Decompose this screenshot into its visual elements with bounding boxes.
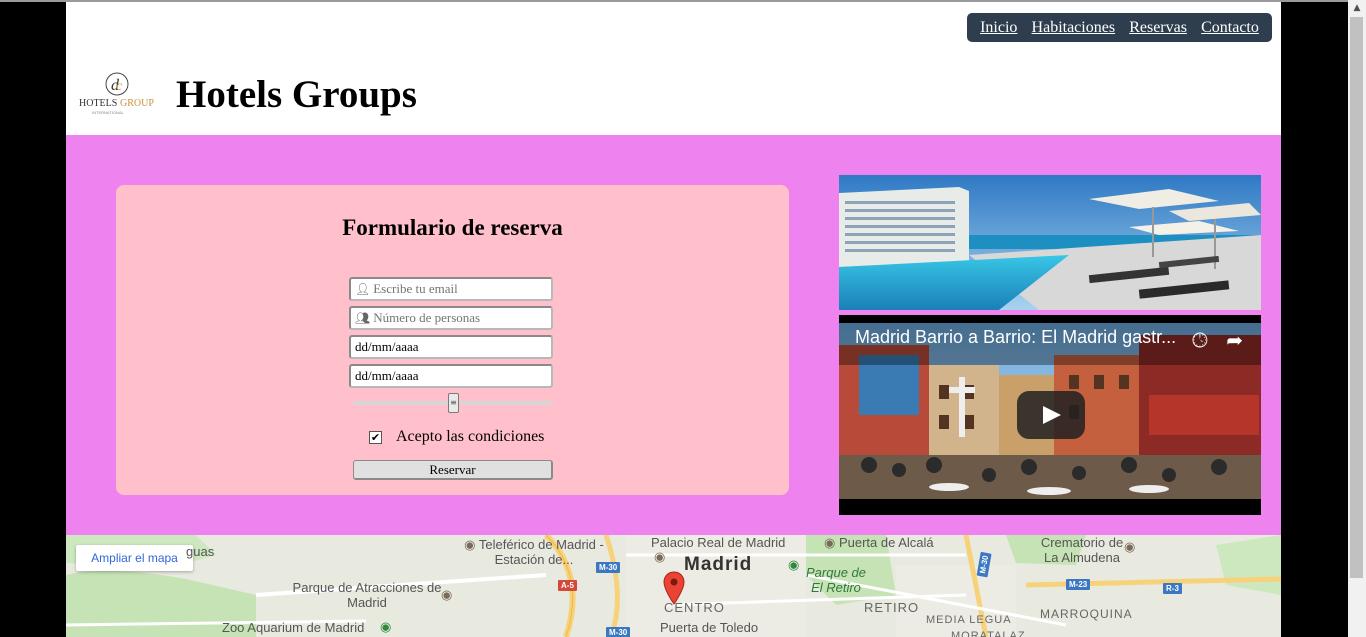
map-label-palacio-text: Palacio Real de Madrid <box>651 535 786 550</box>
map-label-puerta-alcala[interactable]: ◉ Puerta de Alcalá <box>824 535 934 550</box>
checkout-date-input[interactable]: dd/mm/aaaa <box>349 364 553 388</box>
map-marker-icon[interactable] <box>663 571 685 605</box>
vertical-scrollbar[interactable]: ▲ <box>1348 0 1366 637</box>
hero-band: Formulario de reserva 👤︎ Escribe tu emai… <box>66 135 1281 535</box>
checkout-date-value: dd/mm/aaaa <box>355 368 419 383</box>
map-label-parque-retiro[interactable]: Parque de El Retiro <box>806 565 866 595</box>
accept-terms-label: Acepto las condiciones <box>396 428 545 445</box>
share-icon[interactable]: ➦ <box>1226 328 1243 352</box>
road-shield-r3: R-3 <box>1163 583 1182 594</box>
svg-text:c: c <box>116 79 123 94</box>
enlarge-map-button[interactable]: Ampliar el mapa <box>76 545 193 571</box>
scrollbar-thumb[interactable] <box>1350 17 1363 578</box>
users-icon: 👥︎ <box>355 311 371 325</box>
road-shield-a5: A-5 <box>558 580 577 591</box>
video-title[interactable]: Madrid Barrio a Barrio: El Madrid gastr.… <box>855 327 1175 348</box>
map-label-aguas: guas <box>186 544 215 559</box>
play-button-icon[interactable] <box>1017 391 1085 439</box>
scroll-up-arrow-icon[interactable]: ▲ <box>1348 0 1366 17</box>
palacio-poi-icon: ◉ <box>654 549 666 564</box>
map-label-moratalaz: MORATALAZ <box>951 630 1026 637</box>
checkin-date-input[interactable]: dd/mm/aaaa <box>349 335 553 359</box>
map-label-teleferico[interactable]: ◉ Teleférico de Madrid - Estación de... <box>454 537 614 567</box>
accept-terms-checkbox[interactable]: ✔ <box>369 430 382 444</box>
video-header-icons: 🕓︎ ➦ <box>1192 328 1243 352</box>
accept-terms-row: ✔ Acepto las condiciones <box>369 427 544 447</box>
map-label-parque-atracciones[interactable]: Parque de Atracciones de Madrid <box>292 580 442 610</box>
map-label-marroquina: MARROQUINA <box>1040 607 1133 621</box>
watch-later-icon[interactable]: 🕓︎ <box>1192 328 1208 352</box>
nav-link-contacto[interactable]: Contacto <box>1201 19 1259 37</box>
map-label-madrid: Madrid <box>684 554 753 575</box>
alcala-poi-icon: ◉ <box>824 535 836 550</box>
persons-input[interactable]: 👥︎ Número de personas <box>349 306 553 330</box>
youtube-video-embed[interactable]: Madrid Barrio a Barrio: El Madrid gastr.… <box>839 315 1261 515</box>
email-input[interactable]: 👤︎ Escribe tu email <box>349 277 553 301</box>
persons-placeholder: Número de personas <box>373 310 481 325</box>
main-nav: Inicio Habitaciones Reservas Contacto <box>967 13 1272 42</box>
hotels-group-logo: d c HOTELS GROUP INTERNATIONAL <box>78 70 156 118</box>
site-title: Hotels Groups <box>176 73 417 116</box>
map-label-palacio[interactable]: Palacio Real de Madrid <box>651 535 785 550</box>
map-label-puerta-toledo[interactable]: Puerta de Toledo <box>660 620 758 635</box>
map-label-puerta-alcala-text: Puerta de Alcalá <box>838 535 934 550</box>
booking-form: Formulario de reserva 👤︎ Escribe tu emai… <box>116 185 789 495</box>
page: Inicio Habitaciones Reservas Contacto d … <box>66 2 1281 637</box>
map-label-retiro: RETIRO <box>864 600 920 615</box>
svg-text:INTERNATIONAL: INTERNATIONAL <box>92 110 124 115</box>
svg-text:HOTELS: HOTELS <box>79 98 117 109</box>
nav-link-inicio[interactable]: Inicio <box>980 19 1017 37</box>
email-placeholder: Escribe tu email <box>373 281 458 296</box>
map-label-zoo[interactable]: Zoo Aquarium de Madrid <box>222 620 364 635</box>
road-shield-m23: M-23 <box>1066 579 1091 590</box>
road-shield-m30: M-30 <box>596 562 621 573</box>
road-shield-m30-south: M-30 <box>606 627 631 637</box>
reservar-button[interactable]: Reservar <box>353 460 553 480</box>
nav-link-reservas[interactable]: Reservas <box>1129 19 1187 37</box>
google-map[interactable]: Ampliar el mapa guas ◉ Teleférico de Mad… <box>66 535 1281 637</box>
poi-icon: ◉ <box>464 537 476 552</box>
checkin-date-value: dd/mm/aaaa <box>355 339 419 354</box>
user-icon: 👤︎ <box>355 282 371 296</box>
range-slider[interactable]: ≡ <box>353 393 553 413</box>
crematorio-poi-icon: ◉ <box>1124 539 1136 554</box>
map-label-crematorio[interactable]: Crematorio de La Almudena <box>1032 535 1132 565</box>
slider-thumb[interactable]: ≡ <box>448 393 459 413</box>
zoo-poi-icon: ◉ <box>380 619 392 634</box>
map-label-teleferico-text: Teleférico de Madrid - Estación de... <box>478 537 604 567</box>
hotel-pool-image <box>839 175 1261 310</box>
park-poi-icon: ◉ <box>788 557 800 572</box>
map-label-crematorio-text: Crematorio de La Almudena <box>1040 535 1124 565</box>
atracciones-poi-icon: ◉ <box>441 587 453 602</box>
map-label-media-legua: MEDIA LEGUA <box>926 614 1012 626</box>
form-title: Formulario de reserva <box>342 215 563 240</box>
svg-text:GROUP: GROUP <box>120 98 154 109</box>
nav-link-habitaciones[interactable]: Habitaciones <box>1032 19 1116 37</box>
